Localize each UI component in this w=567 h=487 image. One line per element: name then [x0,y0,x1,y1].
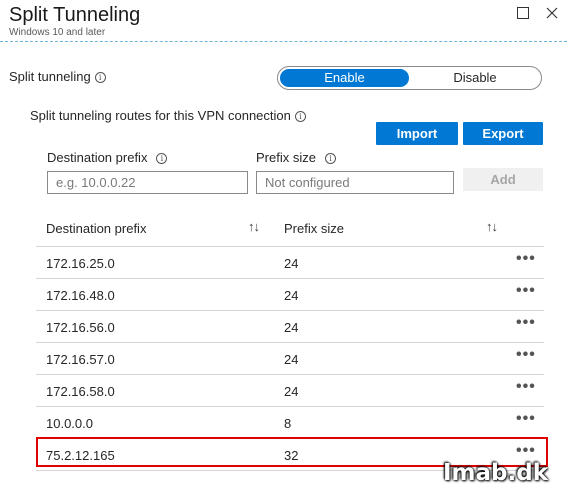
cell-prefix-size: 24 [284,320,299,335]
export-button[interactable]: Export [463,122,543,145]
disable-option[interactable]: Disable [411,69,539,87]
table-body: 172.16.25.0 24 ••• 172.16.48.0 24 ••• 172.16.5… [36,247,544,471]
more-options-icon[interactable]: ••• [516,250,536,268]
info-icon[interactable]: i [94,72,106,84]
cell-prefix-size: 8 [284,416,292,431]
table-row[interactable]: 172.16.25.0 24 ••• [36,247,544,279]
enable-option[interactable]: Enable [280,69,409,87]
prefix-size-input[interactable] [256,171,454,194]
import-button[interactable]: Import [376,122,458,145]
prefix-size-label: Prefix size [256,150,316,165]
cell-destination-prefix: 172.16.56.0 [46,320,115,335]
dest-prefix-input[interactable] [47,171,248,194]
more-options-icon[interactable]: ••• [516,410,536,428]
info-icon[interactable]: i [324,153,336,165]
cell-destination-prefix: 172.16.57.0 [46,352,115,367]
column-header-dest[interactable]: Destination prefix [46,221,146,236]
table-row[interactable]: 10.0.0.0 8 ••• [36,407,544,439]
split-tunneling-toggle[interactable]: Enable Disable [277,66,542,90]
more-options-icon[interactable]: ••• [516,378,536,396]
table-row[interactable]: 172.16.57.0 24 ••• [36,343,544,375]
more-options-icon[interactable]: ••• [516,442,536,460]
cell-destination-prefix: 172.16.48.0 [46,288,115,303]
info-icon[interactable]: i [294,111,306,123]
routes-heading: Split tunneling routes for this VPN conn… [30,108,306,123]
routes-label: Split tunneling routes for this VPN conn… [30,108,291,123]
add-button[interactable]: Add [463,168,543,191]
split-tunneling-field: Split tunneling i [9,69,106,84]
info-icon[interactable]: i [156,153,168,165]
close-icon[interactable] [545,6,559,20]
table-header: Destination prefix ↑↓ Prefix size ↑↓ [36,213,544,247]
more-options-icon[interactable]: ••• [516,346,536,364]
cell-destination-prefix: 10.0.0.0 [46,416,93,431]
cell-destination-prefix: 172.16.58.0 [46,384,115,399]
dest-prefix-label: Destination prefix [47,150,148,165]
page-subtitle: Windows 10 and later [9,27,106,38]
cell-prefix-size: 24 [284,384,299,399]
table-row[interactable]: 172.16.56.0 24 ••• [36,311,544,343]
cell-prefix-size: 24 [284,256,299,271]
sort-icon[interactable]: ↑↓ [486,219,498,234]
maximize-icon[interactable] [516,6,530,20]
column-header-size[interactable]: Prefix size [284,221,344,236]
watermark: Imab.dk [443,460,549,486]
routes-table: Destination prefix ↑↓ Prefix size ↑↓ 172… [36,213,544,471]
cell-prefix-size: 24 [284,352,299,367]
dest-prefix-field-label: Destination prefix i [47,150,168,165]
sort-icon[interactable]: ↑↓ [248,219,260,234]
table-row[interactable]: 172.16.58.0 24 ••• [36,375,544,407]
split-tunneling-label: Split tunneling [9,69,91,84]
prefix-size-field-label: Prefix size i [256,150,336,165]
page-title: Split Tunneling [9,4,141,26]
more-options-icon[interactable]: ••• [516,314,536,332]
more-options-icon[interactable]: ••• [516,282,536,300]
cell-prefix-size: 32 [284,448,299,463]
blade-header: Split Tunneling Windows 10 and later [0,0,567,42]
cell-destination-prefix: 75.2.12.165 [46,448,115,463]
cell-destination-prefix: 172.16.25.0 [46,256,115,271]
cell-prefix-size: 24 [284,288,299,303]
table-row[interactable]: 172.16.48.0 24 ••• [36,279,544,311]
